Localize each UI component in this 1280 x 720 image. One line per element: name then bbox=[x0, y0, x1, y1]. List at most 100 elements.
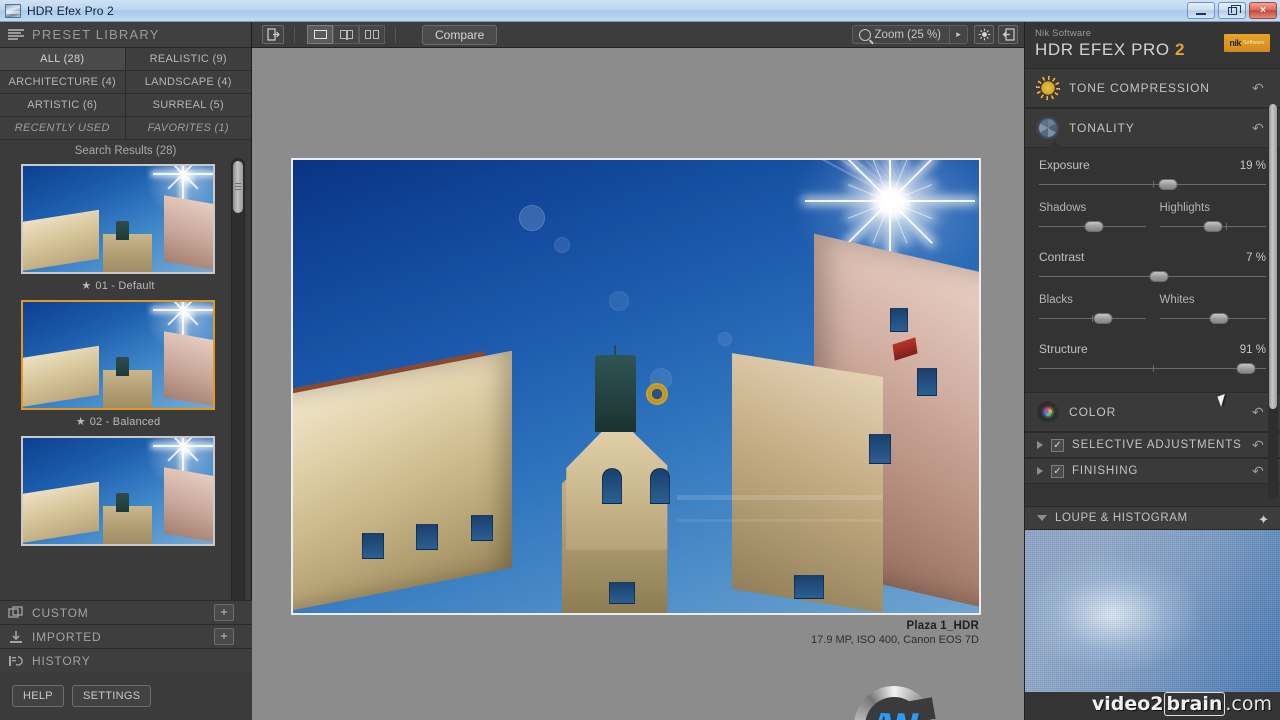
nik-software-logo: nik Software bbox=[1224, 34, 1270, 52]
contrast-knob[interactable] bbox=[1149, 271, 1169, 282]
section-finishing[interactable]: ✓ FINISHING ↶ bbox=[1025, 458, 1280, 484]
list-item[interactable]: ★ 02 - Balanced bbox=[0, 294, 236, 430]
section-tone-compression[interactable]: TONE COMPRESSION ↶ bbox=[1025, 68, 1280, 108]
preset-name: 02 - Balanced bbox=[89, 416, 161, 428]
fullscreen-icon[interactable] bbox=[998, 25, 1018, 44]
history-icon bbox=[8, 654, 24, 668]
preset-library-title: PRESET LIBRARY bbox=[32, 27, 160, 42]
exposure-knob[interactable] bbox=[1158, 179, 1178, 190]
structure-knob[interactable] bbox=[1236, 363, 1256, 374]
search-icon bbox=[858, 28, 871, 41]
sidebar-item-imported[interactable]: IMPORTED + bbox=[0, 624, 252, 648]
blacks-slider[interactable] bbox=[1039, 312, 1146, 326]
close-button[interactable]: × bbox=[1249, 2, 1277, 19]
building-left bbox=[293, 350, 513, 613]
reset-icon[interactable]: ↶ bbox=[1252, 438, 1266, 452]
scrollbar-thumb[interactable] bbox=[233, 161, 243, 213]
chevron-down-icon[interactable] bbox=[1037, 515, 1047, 521]
minimize-button[interactable] bbox=[1187, 2, 1215, 19]
category-realistic[interactable]: REALISTIC (9) bbox=[125, 48, 251, 71]
preset-thumbnail[interactable] bbox=[21, 164, 215, 274]
sidebar-item-history[interactable]: HISTORY bbox=[0, 648, 252, 672]
settings-button[interactable]: SETTINGS bbox=[71, 685, 152, 707]
pin-icon[interactable]: ✦ bbox=[1258, 512, 1269, 528]
section-color[interactable]: COLOR ↶ bbox=[1025, 392, 1280, 432]
reset-icon[interactable]: ↶ bbox=[1252, 405, 1266, 419]
favorite-star-icon[interactable]: ★ bbox=[76, 416, 86, 428]
adjustments-scrollbar[interactable] bbox=[1268, 104, 1278, 499]
category-architecture[interactable]: ARCHITECTURE (4) bbox=[0, 71, 126, 94]
chevron-right-icon[interactable] bbox=[1037, 467, 1043, 475]
side-by-side-view-button[interactable] bbox=[359, 25, 385, 44]
category-favorites[interactable]: FAVORITES (1) bbox=[125, 117, 251, 140]
menu-icon[interactable] bbox=[8, 28, 24, 41]
brightness-icon[interactable] bbox=[974, 25, 994, 44]
category-recently-used[interactable]: RECENTLY USED bbox=[0, 117, 126, 140]
category-surreal[interactable]: SURREAL (5) bbox=[125, 94, 251, 117]
category-artistic[interactable]: ARTISTIC (6) bbox=[0, 94, 126, 117]
favorite-star-icon[interactable]: ★ bbox=[81, 280, 91, 292]
section-tonality[interactable]: TONALITY ↶ bbox=[1025, 108, 1280, 148]
nik-logo-sub: Software bbox=[1242, 40, 1265, 46]
shadows-slider[interactable] bbox=[1039, 220, 1146, 234]
scrollbar-thumb[interactable] bbox=[1269, 104, 1277, 409]
structure-slider[interactable] bbox=[1039, 362, 1266, 376]
toolbar-divider bbox=[395, 26, 396, 43]
compare-button[interactable]: Compare bbox=[422, 24, 498, 45]
section-selective-adjustments[interactable]: ✓ SELECTIVE ADJUSTMENTS ↶ bbox=[1025, 432, 1280, 458]
brand-header: Nik Software HDR EFEX PRO 2 nik Software bbox=[1025, 22, 1280, 68]
reset-icon[interactable]: ↶ bbox=[1252, 121, 1266, 135]
loupe-histogram-header[interactable]: LOUPE & HISTOGRAM ✦ bbox=[1025, 506, 1280, 530]
list-item[interactable]: ★ 01 - Default bbox=[0, 158, 236, 294]
preset-list-scrollbar[interactable] bbox=[231, 158, 245, 632]
contrast-label: Contrast bbox=[1039, 250, 1085, 264]
toolbar-right-buttons bbox=[974, 25, 1018, 44]
preset-thumbnail[interactable] bbox=[21, 436, 215, 546]
selective-adjustments-checkbox[interactable]: ✓ bbox=[1051, 438, 1064, 452]
category-landscape[interactable]: LANDSCAPE (4) bbox=[125, 71, 251, 94]
list-item[interactable] bbox=[0, 430, 236, 548]
add-imported-button[interactable]: + bbox=[214, 628, 234, 645]
loupe-histogram-label: LOUPE & HISTOGRAM bbox=[1055, 512, 1188, 524]
chevron-right-icon[interactable]: ▸ bbox=[949, 25, 967, 44]
section-label-selective-adjustments: SELECTIVE ADJUSTMENTS bbox=[1072, 439, 1242, 451]
add-custom-button[interactable]: + bbox=[214, 604, 234, 621]
loupe-noise-overlay bbox=[1025, 530, 1280, 692]
exposure-slider[interactable] bbox=[1039, 178, 1266, 192]
chevron-right-icon[interactable] bbox=[1037, 441, 1043, 449]
preset-thumbnail-selected[interactable] bbox=[21, 300, 215, 410]
contrast-slider[interactable] bbox=[1039, 270, 1266, 284]
aperture-icon bbox=[1037, 117, 1059, 139]
main-photo[interactable] bbox=[291, 158, 981, 615]
highlights-knob[interactable] bbox=[1203, 221, 1223, 232]
adjustments-panel: Nik Software HDR EFEX PRO 2 nik Software… bbox=[1024, 22, 1280, 720]
sidebar-item-custom[interactable]: CUSTOM + bbox=[0, 600, 252, 624]
image-title: Plaza 1_HDR bbox=[906, 620, 979, 632]
shadows-knob[interactable] bbox=[1084, 221, 1104, 232]
color-wheel-icon bbox=[1037, 401, 1059, 423]
preset-thumbnail-list[interactable]: ★ 01 - Default ★ 02 - Balanced bbox=[0, 158, 236, 632]
blacks-knob[interactable] bbox=[1093, 313, 1113, 324]
view-mode-group bbox=[307, 25, 385, 44]
whites-slider[interactable] bbox=[1159, 312, 1266, 326]
sun-icon bbox=[1037, 77, 1059, 99]
preset-label: ★ 01 - Default bbox=[0, 274, 236, 292]
finishing-checkbox[interactable]: ✓ bbox=[1051, 464, 1064, 478]
single-view-button[interactable] bbox=[307, 25, 333, 44]
category-all[interactable]: ALL (28) bbox=[0, 48, 126, 71]
highlights-slider[interactable] bbox=[1159, 220, 1266, 234]
structure-label: Structure bbox=[1039, 342, 1088, 356]
image-canvas[interactable]: Plaza 1_HDR 17.9 MP, ISO 400, Canon EOS … bbox=[252, 48, 1024, 720]
whites-knob[interactable] bbox=[1209, 313, 1229, 324]
application-window: HDR Efex Pro 2 × PRESET LIBRARY ALL (28)… bbox=[0, 0, 1280, 720]
maximize-button[interactable] bbox=[1218, 2, 1246, 19]
help-button[interactable]: HELP bbox=[12, 685, 64, 707]
reset-icon[interactable]: ↶ bbox=[1252, 81, 1266, 95]
export-icon[interactable] bbox=[262, 25, 284, 44]
split-view-button[interactable] bbox=[333, 25, 359, 44]
reset-icon[interactable]: ↶ bbox=[1252, 464, 1266, 478]
zoom-control[interactable]: Zoom (25 %) ▸ bbox=[851, 25, 968, 44]
loupe-preview[interactable] bbox=[1025, 530, 1280, 692]
window-title: HDR Efex Pro 2 bbox=[27, 3, 114, 18]
preset-library-panel: PRESET LIBRARY ALL (28) REALISTIC (9) AR… bbox=[0, 22, 252, 720]
